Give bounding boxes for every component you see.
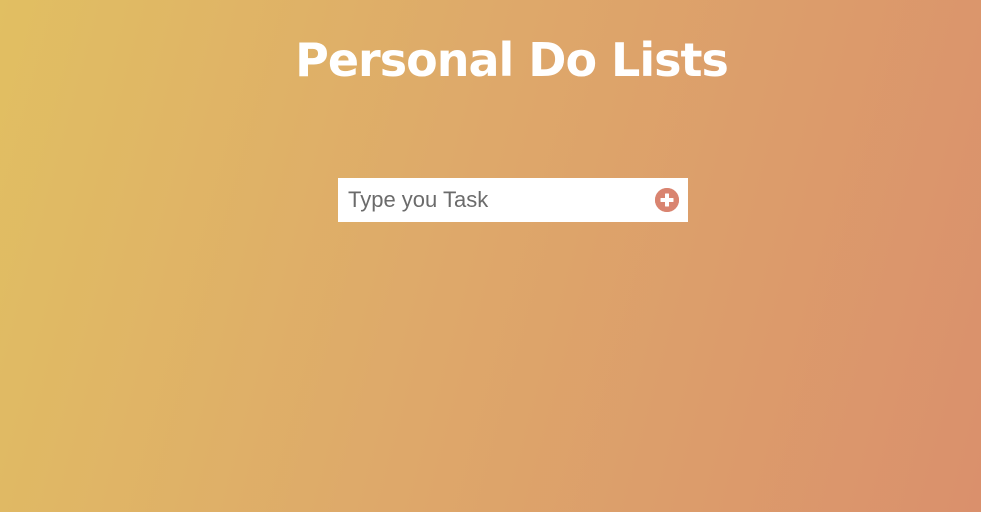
plus-circle-icon (655, 188, 679, 212)
page: Personal Do Lists (0, 0, 981, 512)
task-entry-box (338, 178, 688, 222)
page-title: Personal Do Lists (295, 33, 729, 87)
task-input[interactable] (338, 178, 638, 222)
add-task-button[interactable] (655, 188, 679, 212)
